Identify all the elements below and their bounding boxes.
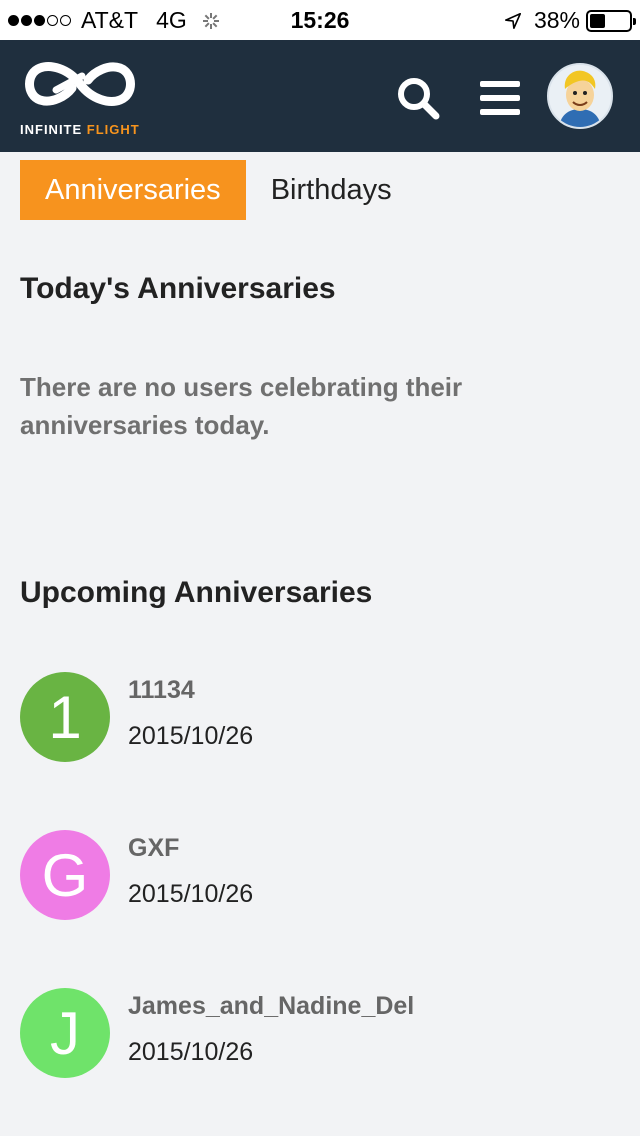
user-initial-avatar[interactable]: 1 xyxy=(20,672,110,762)
infinite-flight-logo[interactable]: INFINITE FLIGHT xyxy=(20,56,170,140)
user-initial-avatar[interactable]: J xyxy=(20,988,110,1078)
tab-anniversaries[interactable]: Anniversaries xyxy=(20,160,246,220)
infinity-logo-icon xyxy=(25,62,135,106)
todays-anniversaries-title: Today's Anniversaries xyxy=(20,272,336,305)
empty-message: There are no users celebrating their ann… xyxy=(20,372,463,440)
tab-bar: Anniversaries Birthdays xyxy=(20,160,417,220)
search-icon xyxy=(398,78,440,120)
anniversary-date: 2015/10/26 xyxy=(128,880,254,908)
user-name[interactable]: James_and_Nadine_Del xyxy=(128,992,414,1021)
logo-text-main: INFINITE xyxy=(20,122,83,137)
status-bar: AT&T 4G 15:26 38% xyxy=(0,0,640,40)
profile-picture-icon xyxy=(549,65,611,127)
user-avatar[interactable] xyxy=(547,63,613,129)
user-initial-avatar[interactable]: G xyxy=(20,830,110,920)
list-item[interactable]: J James_and_Nadine_Del 2015/10/26 xyxy=(20,988,620,1078)
search-button[interactable] xyxy=(394,74,442,122)
user-name[interactable]: 11134 xyxy=(128,676,195,705)
tab-birthdays[interactable]: Birthdays xyxy=(246,160,417,220)
list-item[interactable]: 1 11134 2015/10/26 xyxy=(20,672,620,762)
hamburger-menu-icon xyxy=(480,81,520,115)
status-right: 38% xyxy=(504,7,636,34)
upcoming-anniversaries-title: Upcoming Anniversaries xyxy=(20,576,373,609)
user-name[interactable]: GXF xyxy=(128,834,179,863)
battery-icon xyxy=(586,9,636,32)
list-item[interactable]: G GXF 2015/10/26 xyxy=(20,830,620,920)
location-arrow-icon xyxy=(504,12,521,29)
app-header: INFINITE FLIGHT xyxy=(0,40,640,152)
logo-text: INFINITE FLIGHT xyxy=(20,122,140,137)
battery-percent: 38% xyxy=(533,7,580,33)
anniversary-date: 2015/10/26 xyxy=(128,1038,254,1066)
menu-button[interactable] xyxy=(476,74,524,122)
anniversary-date: 2015/10/26 xyxy=(128,722,254,750)
logo-text-accent: FLIGHT xyxy=(86,122,140,137)
